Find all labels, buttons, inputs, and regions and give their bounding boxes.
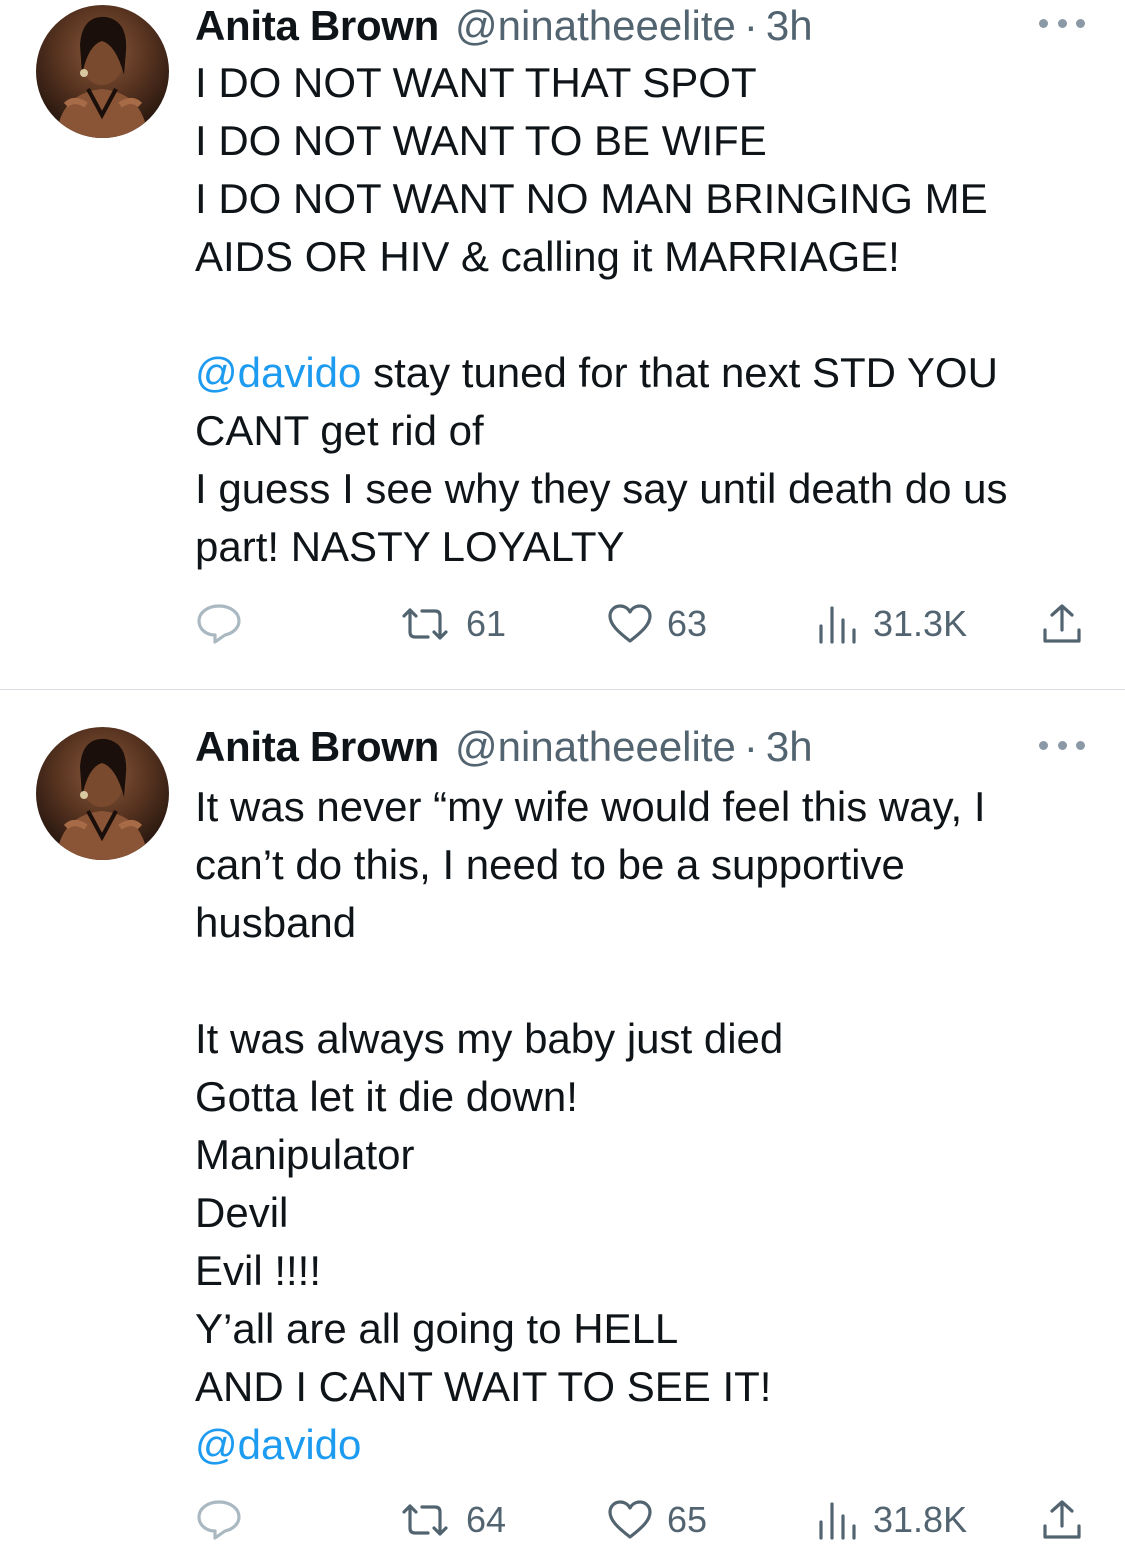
more-icon[interactable] bbox=[1039, 16, 1085, 30]
retweet-button[interactable]: 61 bbox=[398, 594, 506, 654]
retweet-count: 64 bbox=[466, 1499, 507, 1540]
like-button[interactable]: 63 bbox=[607, 594, 707, 654]
retweet-count: 61 bbox=[466, 603, 507, 644]
share-button[interactable] bbox=[1040, 1490, 1084, 1550]
timestamp[interactable]: 3h bbox=[766, 0, 813, 52]
timestamp[interactable]: 3h bbox=[766, 721, 813, 773]
views-button[interactable]: 31.3K bbox=[815, 594, 967, 654]
mention-link[interactable]: @davido bbox=[195, 349, 361, 396]
share-button[interactable] bbox=[1040, 594, 1084, 654]
tweet-text: I DO NOT WANT THAT SPOT I DO NOT WANT TO… bbox=[195, 54, 1095, 576]
author-name[interactable]: Anita Brown bbox=[195, 0, 439, 52]
views-icon bbox=[815, 1500, 859, 1540]
tweet[interactable]: Anita Brown @ninatheeelite · 3h I DO NOT… bbox=[0, 0, 1125, 690]
like-count: 65 bbox=[667, 1499, 708, 1540]
share-icon bbox=[1040, 1498, 1084, 1542]
tweet-actions: 64 65 31.8K bbox=[195, 1490, 1090, 1550]
share-icon bbox=[1040, 602, 1084, 646]
like-button[interactable]: 65 bbox=[607, 1490, 707, 1550]
tweet-text: It was never “my wife would feel this wa… bbox=[195, 778, 1095, 1474]
heart-icon bbox=[607, 603, 653, 645]
separator-dot: · bbox=[743, 723, 758, 770]
avatar[interactable] bbox=[36, 5, 169, 138]
tweet-header: Anita Brown @ninatheeelite · 3h bbox=[195, 0, 1085, 52]
reply-button[interactable] bbox=[195, 1490, 257, 1550]
like-count: 63 bbox=[667, 603, 708, 644]
author-handle[interactable]: @ninatheeelite bbox=[455, 721, 736, 773]
view-count: 31.3K bbox=[873, 603, 968, 644]
retweet-icon bbox=[398, 604, 452, 644]
more-icon[interactable] bbox=[1039, 738, 1085, 752]
heart-icon bbox=[607, 1499, 653, 1541]
retweet-icon bbox=[398, 1500, 452, 1540]
separator-dot: · bbox=[743, 2, 758, 49]
tweet-divider bbox=[0, 689, 1125, 690]
reply-button[interactable] bbox=[195, 594, 257, 654]
reply-icon bbox=[195, 602, 243, 646]
view-count: 31.8K bbox=[873, 1499, 968, 1540]
views-button[interactable]: 31.8K bbox=[815, 1490, 967, 1550]
mention-link[interactable]: @davido bbox=[195, 1421, 361, 1468]
retweet-button[interactable]: 64 bbox=[398, 1490, 506, 1550]
author-handle[interactable]: @ninatheeelite bbox=[455, 0, 736, 52]
author-name[interactable]: Anita Brown bbox=[195, 721, 439, 773]
tweet-text-part: I DO NOT WANT THAT SPOT I DO NOT WANT TO… bbox=[195, 59, 988, 280]
avatar[interactable] bbox=[36, 727, 169, 860]
tweet-actions: 61 63 31.3K bbox=[195, 594, 1090, 654]
tweet-text-part: It was never “my wife would feel this wa… bbox=[195, 783, 986, 1410]
views-icon bbox=[815, 604, 859, 644]
tweet-header: Anita Brown @ninatheeelite · 3h bbox=[195, 721, 1085, 773]
reply-icon bbox=[195, 1498, 243, 1542]
